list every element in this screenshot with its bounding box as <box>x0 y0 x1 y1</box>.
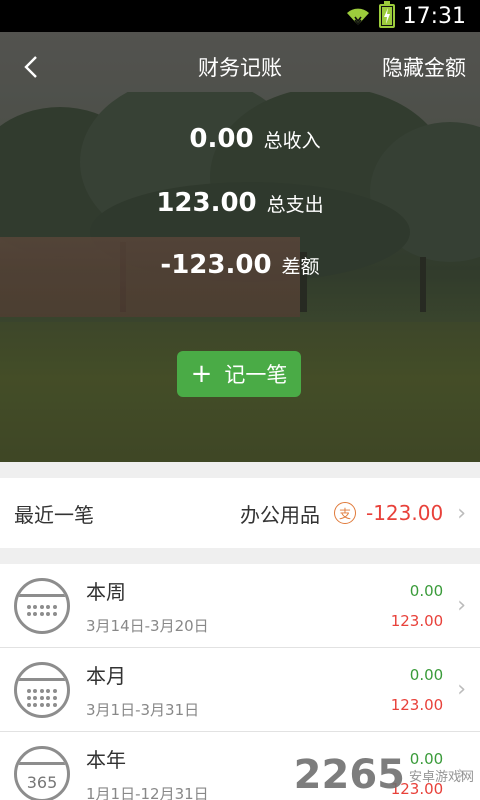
calendar-number: 365 <box>26 772 58 792</box>
recent-title: 最近一笔 <box>14 502 94 527</box>
period-income: 0.00 <box>409 665 444 684</box>
watermark-text: 安卓游戏网 <box>408 769 474 785</box>
period-item-month[interactable]: 本月 3月1日-3月31日 0.00 123.00 › <box>0 648 480 732</box>
summary-header: 财务记账 隐藏金额 0.00 总收入 123.00 总支出 -123.00 差额… <box>0 32 480 462</box>
calendar-icon <box>14 661 70 718</box>
total-expense: 123.00 总支出 <box>0 188 480 218</box>
hide-amount-button[interactable]: 隐藏金额 <box>382 52 466 82</box>
add-record-button[interactable]: + 记一笔 <box>177 351 301 397</box>
income-value: 0.00 <box>189 124 254 154</box>
recent-amount: -123.00 <box>365 501 444 525</box>
period-name: 本月 <box>86 663 126 688</box>
add-record-label: 记一笔 <box>224 363 288 387</box>
period-expense: 123.00 <box>390 695 444 714</box>
top-bar: 财务记账 隐藏金额 <box>0 32 480 98</box>
expense-value: 123.00 <box>156 188 257 218</box>
status-bar: 17:31 <box>0 0 480 32</box>
period-name: 本年 <box>86 747 126 772</box>
diff-value: -123.00 <box>160 250 272 280</box>
expense-label: 总支出 <box>266 194 324 216</box>
chevron-right-icon: › <box>457 500 466 526</box>
period-expense: 123.00 <box>390 611 444 630</box>
calendar-icon <box>14 577 70 634</box>
expense-badge: 支 <box>333 502 356 524</box>
calendar-365-icon: 365 <box>14 745 70 800</box>
income-label: 总收入 <box>263 130 321 152</box>
recent-record[interactable]: 最近一笔 办公用品 支 -123.00 › <box>0 478 480 548</box>
chevron-right-icon: › <box>457 593 466 618</box>
wifi-icon <box>345 5 371 27</box>
period-range: 3月14日-3月20日 <box>86 616 209 635</box>
plus-icon: + <box>190 359 213 389</box>
status-time: 17:31 <box>402 3 466 29</box>
total-income: 0.00 总收入 <box>0 124 480 154</box>
chevron-right-icon: › <box>457 677 466 702</box>
period-item-week[interactable]: 本周 3月14日-3月20日 0.00 123.00 › <box>0 564 480 648</box>
period-range: 1月1日-12月31日 <box>86 784 209 800</box>
balance-difference: -123.00 差额 <box>0 250 480 280</box>
period-range: 3月1日-3月31日 <box>86 700 200 719</box>
period-name: 本周 <box>86 579 126 604</box>
period-income: 0.00 <box>409 581 444 600</box>
recent-category: 办公用品 <box>239 502 320 527</box>
battery-icon <box>378 1 395 28</box>
watermark: 2265 安卓游戏网 <box>294 752 474 798</box>
recent-detail: 办公用品 支 -123.00 › <box>240 499 466 528</box>
diff-label: 差额 <box>281 256 320 278</box>
watermark-logo: 2265 <box>293 752 405 798</box>
